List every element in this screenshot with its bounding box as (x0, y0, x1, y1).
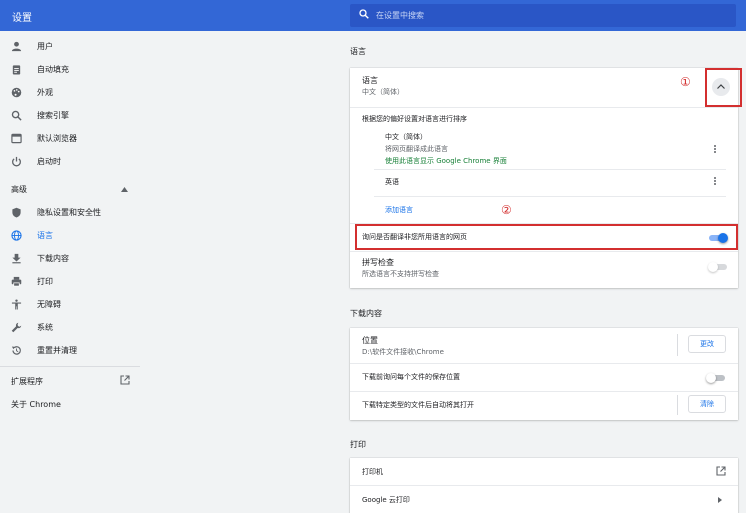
change-location-button[interactable]: 更改 (688, 335, 726, 353)
sidebar-item-label: 默认浏览器 (37, 134, 77, 143)
palette-icon (11, 87, 22, 98)
printer-icon (11, 276, 22, 287)
sidebar-item-label: 外观 (37, 88, 53, 97)
download-location-value: D:\软件文件接收\Chrome (362, 348, 444, 356)
sidebar-item-label: 重置并清理 (37, 346, 77, 355)
language-card-value: 中文（简体） (362, 88, 404, 96)
sidebar-item-about-chrome[interactable]: 关于 Chrome (0, 394, 140, 414)
restore-icon (11, 346, 21, 355)
search-box[interactable] (350, 4, 736, 27)
chevron-up-icon (121, 187, 128, 192)
shield-icon (12, 207, 21, 218)
sidebar-item-search-engine[interactable]: 搜索引擎 (0, 105, 140, 125)
sidebar-item-appearance[interactable]: 外观 (0, 82, 140, 102)
language-note: 将网页翻译成此语言 (385, 145, 448, 153)
download-location-label: 位置 (362, 336, 378, 345)
sidebar-item-label: 系统 (37, 323, 53, 332)
annotation-box-translate (355, 224, 738, 250)
auto-open-label: 下载特定类型的文件后自动将其打开 (362, 401, 474, 409)
sidebar-item-privacy[interactable]: 隐私设置和安全性 (0, 202, 140, 222)
sidebar-item-downloads[interactable]: 下载内容 (0, 248, 140, 268)
divider (350, 251, 738, 252)
sidebar: 用户 自动填充 外观 搜索引擎 默认浏览器 启动时 高级 隐私设置和安全性 语言… (0, 31, 140, 513)
language-name: 中文（简体） (385, 133, 427, 141)
cloud-print-label: Google 云打印 (362, 496, 410, 504)
divider (350, 107, 738, 108)
search-input[interactable] (376, 8, 676, 23)
printers-label: 打印机 (362, 468, 383, 476)
add-language-link[interactable]: 添加语言 (385, 205, 413, 215)
divider (350, 391, 738, 392)
annotation-box-collapse (705, 68, 742, 107)
sidebar-item-default-browser[interactable]: 默认浏览器 (0, 128, 140, 148)
sidebar-item-on-startup[interactable]: 启动时 (0, 151, 140, 171)
wrench-icon (11, 322, 22, 333)
spellcheck-title: 拼写检查 (362, 258, 394, 267)
ask-where-toggle[interactable] (706, 373, 726, 383)
divider (374, 169, 726, 170)
language-card-title: 语言 (362, 76, 378, 85)
sidebar-item-label: 无障碍 (37, 300, 61, 309)
vertical-separator (677, 395, 678, 415)
advanced-label: 高级 (11, 185, 27, 194)
sidebar-item-label: 语言 (37, 231, 53, 240)
sidebar-item-label: 打印 (37, 277, 53, 286)
cloud-print-row[interactable]: Google 云打印 (350, 486, 738, 513)
open-in-new-icon (120, 375, 130, 385)
top-bar: 设置 (0, 0, 746, 31)
annotation-two: ② (501, 203, 512, 217)
search-icon (11, 110, 22, 121)
printers-row[interactable]: 打印机 (350, 458, 738, 485)
divider (374, 196, 726, 197)
sidebar-item-system[interactable]: 系统 (0, 317, 140, 337)
sidebar-item-label: 自动填充 (37, 65, 69, 74)
clipboard-icon (12, 65, 21, 75)
printing-card: 打印机 Google 云打印 (350, 458, 738, 513)
vertical-separator (677, 334, 678, 356)
downloads-section-title: 下载内容 (350, 309, 382, 318)
sidebar-item-label: 隐私设置和安全性 (37, 208, 101, 217)
search-icon (359, 9, 369, 19)
power-icon (12, 156, 21, 167)
globe-icon (11, 230, 22, 241)
language-order-hint: 根据您的偏好设置对语言进行排序 (362, 115, 467, 123)
sidebar-item-reset[interactable]: 重置并清理 (0, 340, 140, 360)
sidebar-item-people[interactable]: 用户 (0, 36, 140, 56)
language-name: 英语 (385, 178, 399, 186)
annotation-one: ① (680, 75, 691, 89)
sidebar-item-label: 搜索引擎 (37, 111, 69, 120)
extensions-label: 扩展程序 (11, 377, 43, 386)
clear-auto-open-button[interactable]: 清除 (688, 395, 726, 413)
sidebar-advanced-toggle[interactable]: 高级 (0, 179, 140, 199)
divider (350, 363, 738, 364)
sidebar-item-label: 用户 (37, 42, 53, 51)
accessibility-icon (11, 299, 22, 310)
browser-icon (11, 133, 22, 144)
sidebar-item-languages[interactable]: 语言 (0, 225, 140, 245)
spellcheck-subtitle: 所选语言不支持拼写检查 (362, 270, 439, 278)
printing-section-title: 打印 (350, 440, 366, 449)
more-actions-icon[interactable] (712, 176, 718, 188)
language-display-note: 使用此语言显示 Google Chrome 界面 (385, 157, 507, 165)
sidebar-item-label: 启动时 (37, 157, 61, 166)
languages-card: 语言 中文（简体） 根据您的偏好设置对语言进行排序 中文（简体） 将网页翻译成此… (350, 68, 738, 288)
page-title: 设置 (12, 13, 32, 24)
sidebar-item-label: 下载内容 (37, 254, 69, 263)
sidebar-item-extensions[interactable]: 扩展程序 (0, 371, 140, 391)
download-icon (12, 253, 21, 264)
sidebar-item-accessibility[interactable]: 无障碍 (0, 294, 140, 314)
about-label: 关于 Chrome (11, 400, 61, 409)
person-icon (11, 41, 22, 52)
sidebar-divider (0, 366, 140, 367)
sidebar-item-autofill[interactable]: 自动填充 (0, 59, 140, 79)
languages-section-title: 语言 (350, 47, 366, 56)
spellcheck-toggle[interactable] (708, 262, 728, 272)
downloads-card: 位置 D:\软件文件接收\Chrome 更改 下载前询问每个文件的保存位置 下载… (350, 328, 738, 420)
chevron-right-icon (718, 497, 722, 503)
more-actions-icon[interactable] (712, 144, 718, 156)
ask-where-label: 下载前询问每个文件的保存位置 (362, 373, 460, 381)
sidebar-item-printing[interactable]: 打印 (0, 271, 140, 291)
open-in-new-icon (716, 466, 726, 476)
